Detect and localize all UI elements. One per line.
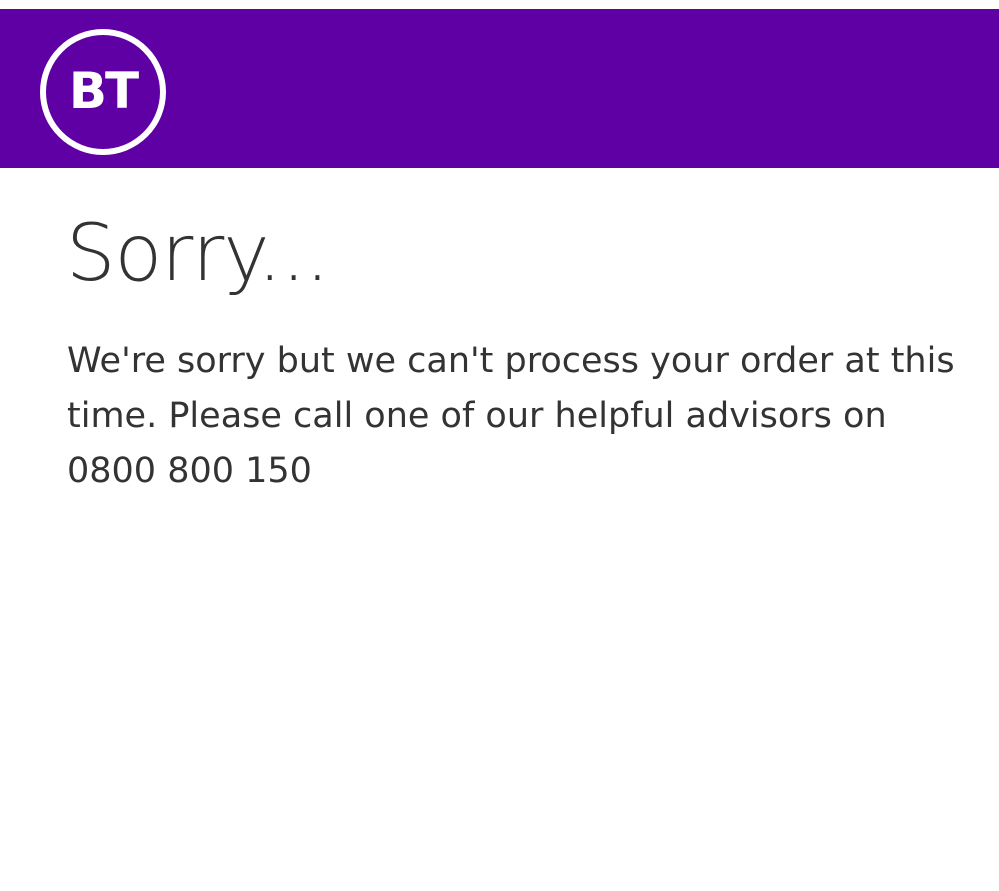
- bt-logo[interactable]: BT: [40, 29, 166, 155]
- page-title: Sorry...: [66, 209, 330, 299]
- top-strip: [0, 0, 999, 9]
- header-bar: BT: [0, 9, 999, 168]
- error-message: We're sorry but we can't process your or…: [67, 341, 955, 491]
- bt-logo-text: BT: [68, 62, 139, 120]
